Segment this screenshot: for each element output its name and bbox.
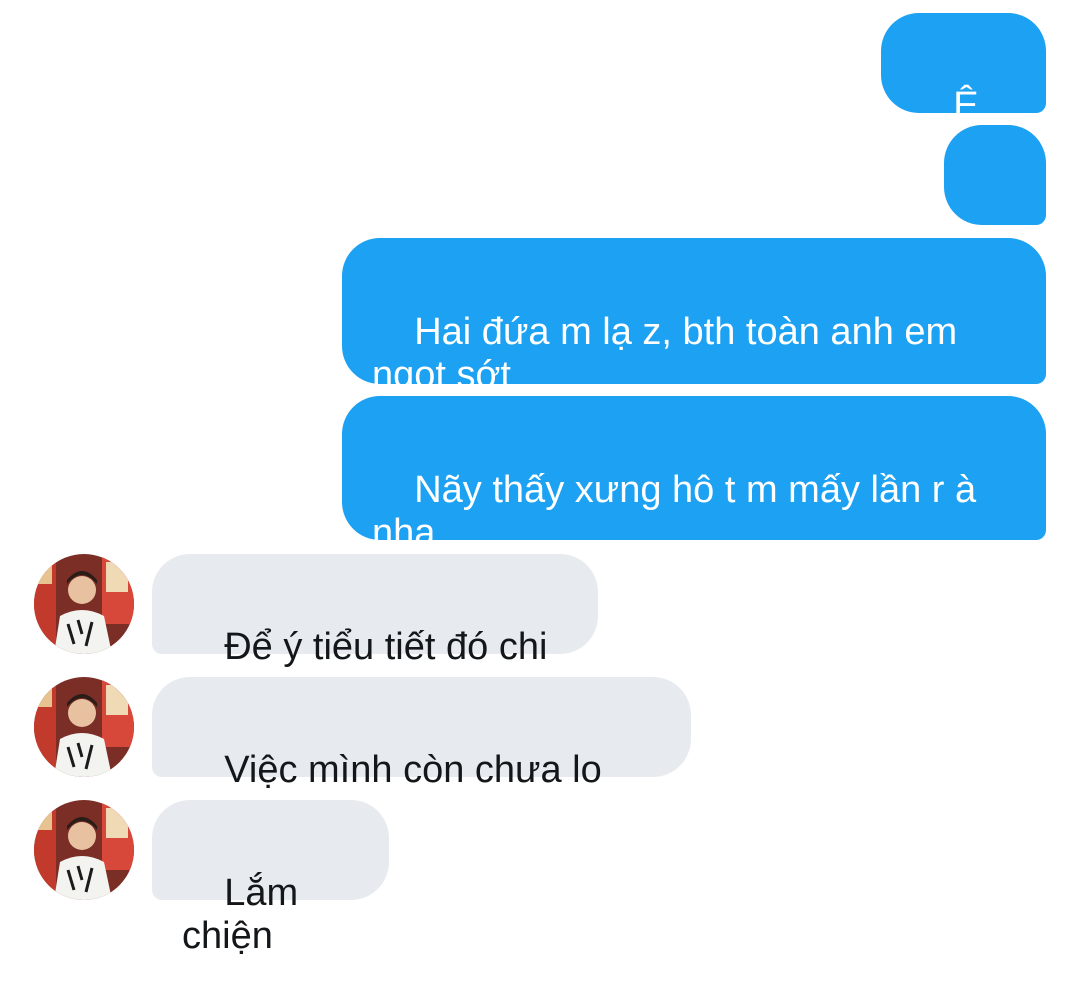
message-text: Nãy thấy xưng hô t m mấy lần r à nha [372, 469, 987, 554]
message-thread: Ê nma Ủa Hai đứa m lạ z, bth toàn anh em… [0, 0, 1080, 957]
outgoing-message[interactable]: Ủa [944, 125, 1046, 282]
outgoing-message[interactable]: Hai đứa m lạ z, bth toàn anh em ngọt sớt [342, 238, 1046, 396]
incoming-message[interactable]: Lắm chiện [152, 800, 389, 957]
avatar[interactable] [34, 554, 134, 654]
outgoing-message[interactable]: Nãy thấy xưng hô t m mấy lần r à nha [342, 396, 1046, 725]
incoming-message[interactable]: Để ý tiểu tiết đó chi [152, 554, 598, 753]
outgoing-message[interactable]: Ê nma [881, 13, 1046, 170]
avatar[interactable] [34, 800, 134, 900]
avatar[interactable] [34, 677, 134, 777]
message-text: Lắm chiện [182, 872, 309, 957]
incoming-message[interactable]: Việc mình còn chưa lo xong [152, 677, 691, 834]
message-text: Để ý tiểu tiết đó chi [224, 626, 548, 668]
message-text: Hai đứa m lạ z, bth toàn anh em ngọt sớt [372, 311, 968, 396]
